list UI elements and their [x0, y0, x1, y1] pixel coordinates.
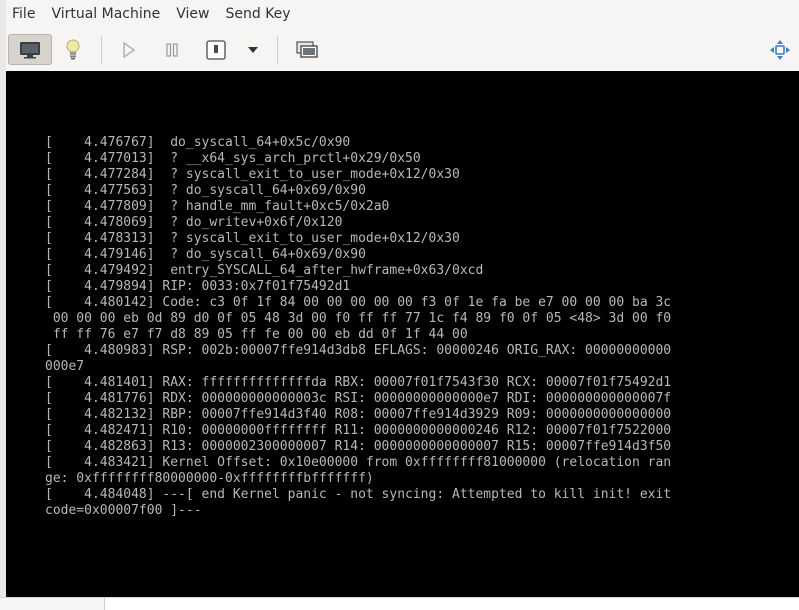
fullscreen-button[interactable] — [766, 34, 794, 65]
shutdown-menu-button[interactable] — [242, 34, 264, 65]
console-line: [ 4.477284] ? syscall_exit_to_user_mode+… — [45, 167, 460, 182]
background-window-strip — [0, 597, 799, 610]
console-line: [ 4.479492] entry_SYSCALL_64_after_hwfra… — [45, 263, 484, 278]
console-line: 00 00 00 eb 0d 89 d0 0f 05 48 3d 00 f0 f… — [45, 311, 672, 326]
console-line: ff ff 76 e7 f7 d8 89 05 ff fe 00 00 eb d… — [45, 327, 468, 342]
toolbar-separator — [101, 36, 102, 63]
console-line: [ 4.478313] ? syscall_exit_to_user_mode+… — [45, 231, 460, 246]
console-line: [ 4.480142] Code: c3 0f 1f 84 00 00 00 0… — [45, 295, 672, 310]
menu-view[interactable]: View — [168, 0, 217, 28]
power-icon — [206, 39, 226, 60]
menu-send-key[interactable]: Send Key — [217, 0, 298, 28]
console-line: [ 4.478069] ? do_writev+0x6f/0x120 — [45, 215, 343, 230]
shutdown-button[interactable] — [201, 34, 231, 65]
details-view-button[interactable] — [56, 34, 90, 65]
console-line: [ 4.477013] ? __x64_sys_arch_prctl+0x29/… — [45, 151, 421, 166]
vm-viewer-window: File Virtual Machine View Send Key [4.4… — [0, 0, 799, 610]
console-line: [ 4.482863] R13: 0000002300000007 R14: 0… — [45, 439, 672, 454]
console-line: [ 4.477809] ? handle_mm_fault+0xc5/0x2a0 — [45, 199, 390, 214]
console-line: [ 4.482132] RBP: 00007ffe914d3f40 R08: 0… — [45, 407, 672, 422]
console-line: code=0x00007f00 ]--- — [45, 503, 202, 518]
background-document-fragment — [104, 598, 799, 610]
console-line: [ 4.482471] R10: 00000000ffffffff R11: 0… — [45, 423, 672, 438]
toolbar — [6, 28, 799, 72]
chevron-down-icon — [248, 46, 258, 53]
lightbulb-icon — [66, 39, 80, 59]
vm-console-display[interactable]: [ 4.476767] do_syscall_64+0x5c/0x90[ 4.4… — [6, 71, 799, 597]
pause-button[interactable] — [157, 34, 187, 65]
console-line: [ 4.477563] ? do_syscall_64+0x69/0x90 — [45, 183, 366, 198]
console-line: [ 4.476767] do_syscall_64+0x5c/0x90 — [45, 135, 351, 150]
kernel-panic-log: [ 4.476767] do_syscall_64+0x5c/0x90[ 4.4… — [45, 135, 671, 519]
play-icon — [123, 41, 136, 58]
menu-file[interactable]: File — [6, 0, 43, 28]
menubar: File Virtual Machine View Send Key — [6, 0, 799, 28]
toolbar-separator — [277, 36, 278, 63]
console-line: [ 4.481776] RDX: 000000000000003c RSI: 0… — [45, 391, 672, 406]
console-line: [ 4.479894] RIP: 0033:0x7f01f75492d1 — [45, 279, 351, 294]
console-line: 000e7 — [45, 359, 85, 374]
move-arrows-icon — [770, 39, 790, 60]
run-button[interactable] — [114, 34, 144, 65]
menu-virtual-machine[interactable]: Virtual Machine — [43, 0, 168, 28]
console-line: [ 4.479146] ? do_syscall_64+0x69/0x90 — [45, 247, 366, 262]
monitor-icon — [20, 41, 40, 58]
console-line: [ 4.484048] ---[ end Kernel panic - not … — [45, 487, 672, 502]
pause-icon — [166, 42, 178, 57]
snapshots-icon — [296, 40, 318, 58]
snapshots-button[interactable] — [292, 34, 322, 65]
console-view-button[interactable] — [8, 34, 52, 65]
console-line: [ 4.481401] RAX: ffffffffffffffda RBX: 0… — [45, 375, 672, 390]
console-line: [ 4.483421] Kernel Offset: 0x10e00000 fr… — [45, 455, 672, 470]
console-line: ge: 0xffffffff80000000-0xffffffffbffffff… — [45, 471, 374, 486]
console-line: [ 4.480983] RSP: 002b:00007ffe914d3db8 E… — [45, 343, 672, 358]
